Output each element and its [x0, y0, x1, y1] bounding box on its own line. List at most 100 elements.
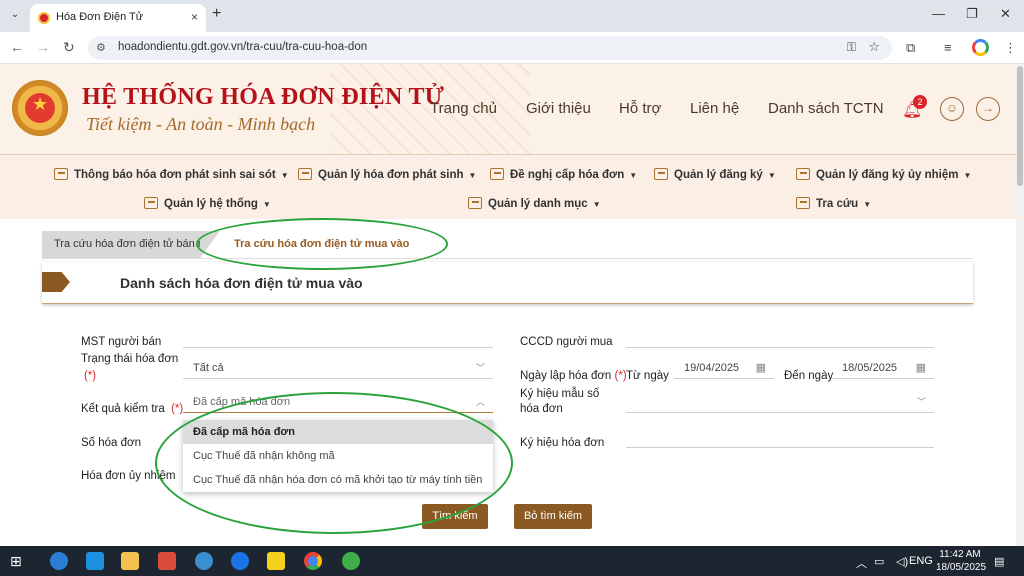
tab-close-icon[interactable]: ×	[191, 10, 198, 24]
menu-label: Tra cứu	[816, 198, 859, 210]
reload-button[interactable]: ↻	[63, 39, 75, 56]
check-result-dropdown: Đã cấp mã hóa đơn Cục Thuế đã nhận không…	[183, 420, 493, 492]
lookup-section: Tra cứu hóa đơn điện tử bán ra Tra cứu h…	[0, 219, 1016, 546]
minimize-button[interactable]: —	[932, 6, 945, 21]
dropdown-option[interactable]: Đã cấp mã hóa đơn	[183, 420, 493, 444]
template-symbol-select[interactable]: ﹀	[626, 391, 934, 413]
check-result-value: Đã cấp mã hóa đơn	[193, 396, 291, 408]
invoice-status-label: Trạng thái hóa đơn	[81, 353, 179, 365]
notification-badge: 2	[913, 95, 927, 109]
clock[interactable]: 11:42 AM 18/05/2025	[936, 548, 987, 574]
user-account-icon[interactable]: ☺	[940, 97, 964, 121]
template-symbol-label: Ký hiệu mẫu số hóa đơn	[520, 388, 600, 415]
calendar-icon[interactable]: ▦	[756, 357, 766, 379]
chrome-icon[interactable]	[304, 552, 322, 570]
menu-lookup[interactable]: Tra cứu ▼	[796, 197, 871, 210]
dropbox-icon[interactable]	[86, 552, 104, 570]
browser-app-icon[interactable]	[195, 552, 213, 570]
from-date-input[interactable]: 19/04/2025 ▦	[674, 357, 774, 379]
windows-start-icon[interactable]: ⊞	[10, 553, 22, 570]
menu-catalog[interactable]: Quản lý danh mục ▼	[468, 197, 601, 210]
menu-label: Quản lý danh mục	[488, 198, 588, 210]
invoice-symbol-input[interactable]	[626, 426, 934, 448]
chevron-up-icon[interactable]: ︿	[856, 555, 867, 571]
to-date-label: Đến ngày	[784, 370, 834, 382]
calendar-icon[interactable]: ▦	[916, 357, 926, 379]
invoice-status-required: (*)	[84, 370, 97, 382]
edit-doc-icon	[490, 168, 504, 180]
edit-doc-icon	[796, 168, 810, 180]
browser-tab[interactable]: Hóa Đơn Điện Tử ×	[30, 4, 206, 32]
logout-arrow-icon[interactable]: →	[976, 97, 1000, 121]
search-button[interactable]: Tìm kiếm	[422, 504, 488, 529]
app-icon[interactable]	[158, 552, 176, 570]
back-button[interactable]: ←	[10, 39, 24, 55]
menu-system[interactable]: Quản lý hệ thống ▼	[144, 197, 271, 210]
site-header: ★ HỆ THỐNG HÓA ĐƠN ĐIỆN TỬ Tiết kiệm - A…	[0, 64, 1016, 155]
nav-home[interactable]: Trang chủ	[430, 100, 497, 117]
media-controls-icon[interactable]: ≡	[944, 40, 952, 55]
address-bar[interactable]: ⚙ hoadondientu.gdt.gov.vn/tra-cuu/tra-cu…	[88, 36, 892, 60]
scrollbar-thumb[interactable]	[1017, 66, 1023, 186]
invoice-status-select[interactable]: Tất cả ﹀	[183, 357, 493, 379]
invoice-status-value: Tất cả	[193, 362, 224, 374]
dropdown-option[interactable]: Cục Thuế đã nhận hóa đơn có mã khởi tạo …	[183, 468, 493, 492]
buyer-id-input[interactable]	[626, 326, 934, 348]
page-content: ★ HỆ THỐNG HÓA ĐƠN ĐIỆN TỬ Tiết kiệm - A…	[0, 64, 1016, 546]
app-icon[interactable]	[342, 552, 360, 570]
from-date-value: 19/04/2025	[684, 362, 740, 374]
tab-divider	[42, 258, 973, 259]
site-info-icon[interactable]: ⚙	[96, 41, 106, 54]
clock-date: 18/05/2025	[936, 562, 987, 573]
nav-provider-list[interactable]: Danh sách TCTN	[768, 100, 884, 117]
seller-tax-code-label: MST người bán	[81, 336, 162, 348]
clear-search-button[interactable]: Bỏ tìm kiếm	[514, 504, 592, 529]
tab-sold-invoices[interactable]: Tra cứu hóa đơn điện tử bán ra	[42, 231, 214, 258]
clock-time: 11:42 AM	[939, 549, 981, 560]
nav-contact[interactable]: Liên hệ	[690, 100, 739, 117]
network-icon[interactable]: ▭	[874, 555, 884, 568]
invoice-symbol-label: Ký hiệu hóa đơn	[520, 437, 605, 449]
authorized-invoice-label: Hóa đơn ủy nhiệm	[81, 470, 176, 482]
menu-authorization[interactable]: Quản lý đăng ký ủy nhiệm ▼	[796, 168, 971, 181]
zalo-icon[interactable]	[231, 552, 249, 570]
nav-support[interactable]: Hỗ trợ	[619, 100, 661, 117]
edit-doc-icon	[468, 197, 482, 209]
chevron-down-icon: ﹀	[916, 397, 926, 407]
maximize-button[interactable]: ❐	[966, 6, 978, 22]
menu-invoice-request[interactable]: Đề nghị cấp hóa đơn ▼	[490, 168, 637, 181]
notifications-icon[interactable]: ▤	[994, 555, 1004, 568]
menu-registration[interactable]: Quản lý đăng ký ▼	[654, 168, 776, 181]
seller-tax-code-input[interactable]	[183, 326, 493, 348]
window-close-button[interactable]: ✕	[1000, 6, 1011, 22]
menu-label: Thông báo hóa đơn phát sinh sai sót	[74, 169, 276, 181]
tab-search-dropdown-icon[interactable]: ⌄	[6, 6, 24, 24]
buyer-id-label: CCCD người mua	[520, 336, 613, 348]
menu-error-notice[interactable]: Thông báo hóa đơn phát sinh sai sót ▼	[54, 168, 289, 181]
menu-invoice-management[interactable]: Quản lý hóa đơn phát sinh ▼	[298, 168, 476, 181]
sticky-notes-icon[interactable]	[267, 552, 285, 570]
invoice-date-text: Ngày lập hóa đơn	[520, 370, 612, 382]
tab-purchased-invoices[interactable]: Tra cứu hóa đơn điện tử mua vào	[200, 231, 440, 258]
app-icon[interactable]	[50, 552, 68, 570]
forward-button[interactable]: →	[36, 39, 50, 55]
password-key-icon[interactable]: ⚿	[847, 40, 856, 55]
page-scrollbar[interactable]	[1016, 64, 1024, 546]
invoice-date-label: Ngày lập hóa đơn (*)	[520, 370, 627, 382]
google-account-icon[interactable]	[972, 39, 989, 56]
nav-about[interactable]: Giới thiệu	[526, 100, 591, 117]
check-result-select[interactable]: Đã cấp mã hóa đơn ︿	[183, 391, 493, 413]
dropdown-option[interactable]: Cục Thuế đã nhận không mã	[183, 444, 493, 468]
to-date-input[interactable]: 18/05/2025 ▦	[832, 357, 934, 379]
bookmark-star-icon[interactable]: ☆	[868, 39, 880, 55]
browser-tab-bar: ⌄ Hóa Đơn Điện Tử × + — ❐ ✕	[0, 0, 1024, 32]
input-language[interactable]: ENG	[909, 555, 933, 567]
extensions-icon[interactable]: ⧉	[906, 40, 915, 56]
browser-menu-icon[interactable]: ⋮	[1004, 40, 1017, 56]
file-explorer-icon[interactable]	[121, 552, 139, 570]
new-tab-button[interactable]: +	[212, 5, 221, 23]
volume-icon[interactable]: ◁)	[896, 555, 908, 568]
menu-label: Quản lý đăng ký	[674, 169, 763, 181]
menu-label: Quản lý đăng ký ủy nhiệm	[816, 169, 959, 181]
url-text[interactable]: hoadondientu.gdt.gov.vn/tra-cuu/tra-cuu-…	[118, 41, 367, 53]
